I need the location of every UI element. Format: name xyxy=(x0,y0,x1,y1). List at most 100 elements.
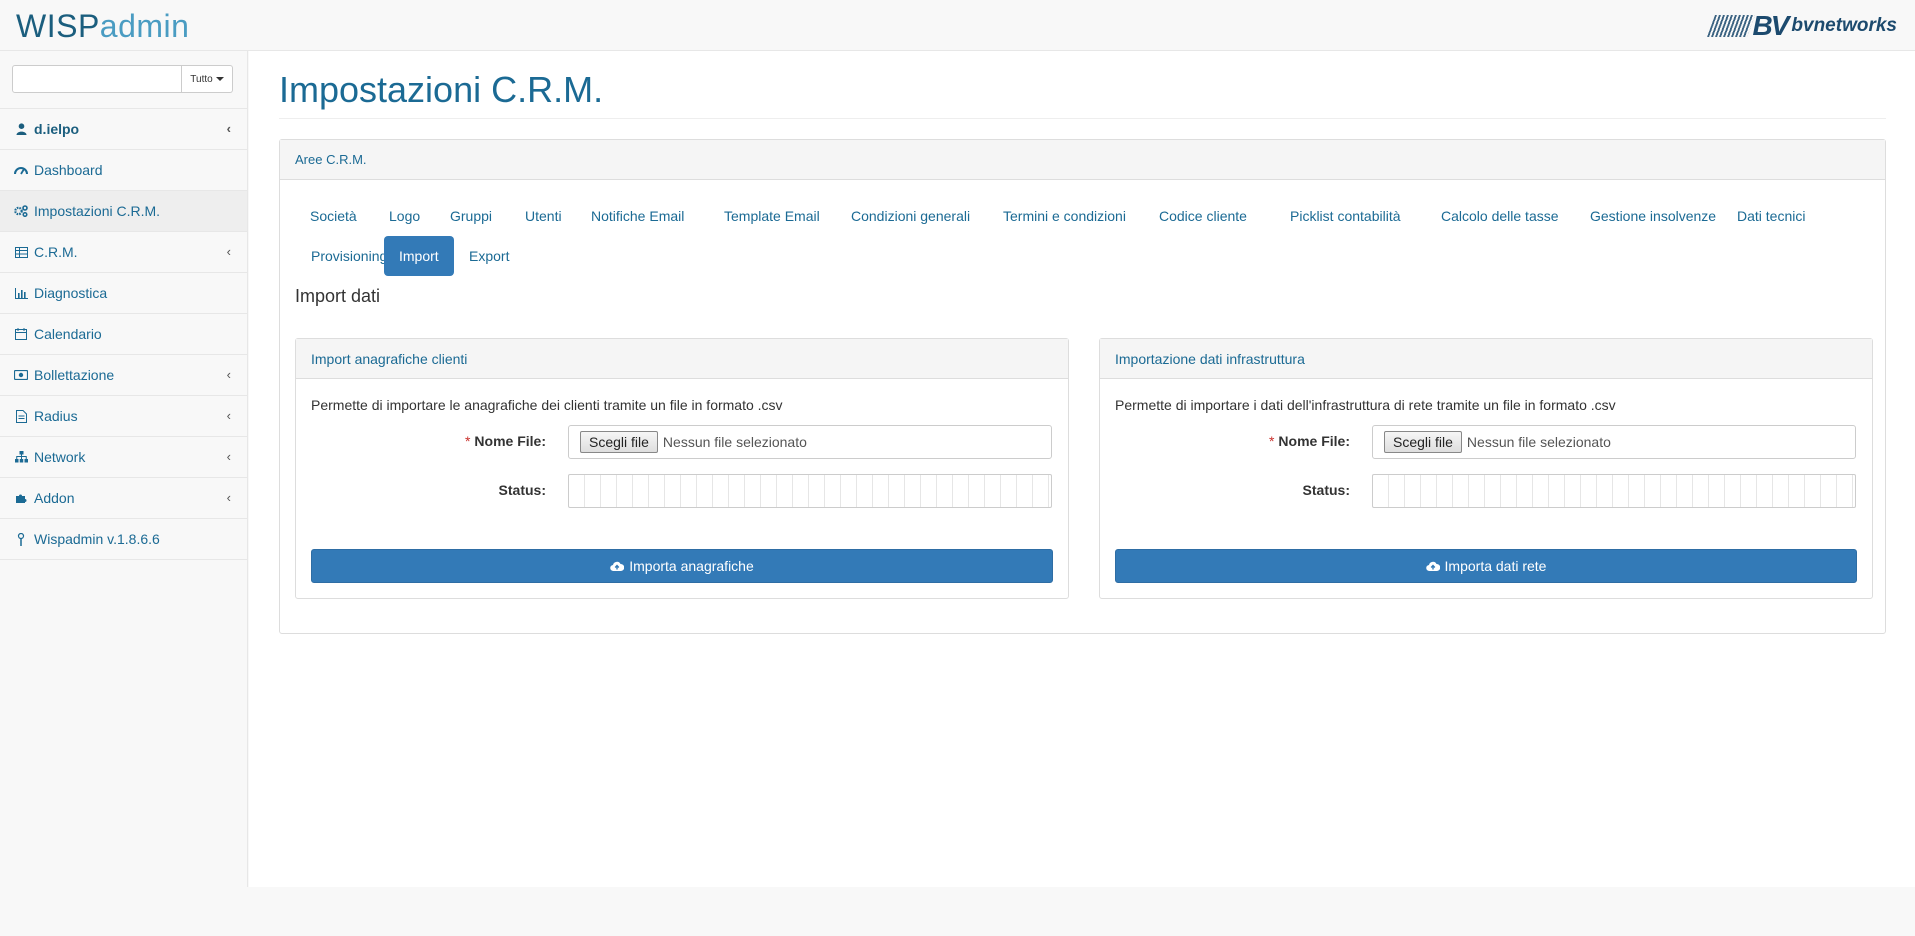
sidebar-item-diagnostica[interactable]: Diagnostica xyxy=(0,273,247,314)
tab-codice-cliente[interactable]: Codice cliente xyxy=(1144,196,1262,236)
cogs-icon xyxy=(14,204,28,218)
button-label: Importa anagrafiche xyxy=(629,558,754,574)
top-navbar: WISPadmin BV bvnetworks xyxy=(0,0,1915,51)
tab-gruppi[interactable]: Gruppi xyxy=(435,196,507,236)
tab-picklist-contabilita[interactable]: Picklist contabilità xyxy=(1275,196,1416,236)
brand-speed-lines xyxy=(1706,15,1755,37)
status-label: Status: xyxy=(498,482,546,498)
sidebar-item-label: Radius xyxy=(34,408,78,424)
sidebar-item-user[interactable]: d.ielpo ‹ xyxy=(0,109,247,150)
search-filter-dropdown[interactable]: Tutto xyxy=(182,65,233,93)
sidebar-item-impostazioni-crm[interactable]: Impostazioni C.R.M. xyxy=(0,191,247,232)
main-content: Impostazioni C.R.M. Aree C.R.M. Società … xyxy=(249,51,1915,887)
card-heading: Import anagrafiche clienti xyxy=(296,339,1068,379)
chevron-left-icon: ‹ xyxy=(226,490,231,505)
file-label-text: Nome File: xyxy=(1278,433,1350,449)
caret-down-icon xyxy=(215,77,224,81)
choose-file-button[interactable]: Scegli file xyxy=(580,431,658,453)
crm-areas-panel: Aree C.R.M. Società Logo Gruppi Utenti N… xyxy=(279,139,1886,634)
tab-condizioni-generali[interactable]: Condizioni generali xyxy=(836,196,985,236)
page-title: Impostazioni C.R.M. xyxy=(279,69,604,110)
import-clients-card: Import anagrafiche clienti Permette di i… xyxy=(295,338,1069,599)
sidebar-item-label: Addon xyxy=(34,490,75,506)
import-infrastructure-card: Importazione dati infrastruttura Permett… xyxy=(1099,338,1873,599)
file-label-text: Nome File: xyxy=(474,433,546,449)
panel-heading: Aree C.R.M. xyxy=(280,140,1885,180)
status-progress-bar xyxy=(568,474,1052,508)
dashboard-icon xyxy=(14,163,28,177)
sidebar-search: Tutto xyxy=(0,51,247,109)
status-progress-bar xyxy=(1372,474,1856,508)
sidebar-item-label: Network xyxy=(34,449,86,465)
required-marker: * xyxy=(1268,433,1275,449)
sidebar-user-label: d.ielpo xyxy=(34,121,80,137)
title-divider xyxy=(279,118,1886,119)
user-icon xyxy=(14,122,28,136)
chevron-left-icon: ‹ xyxy=(226,449,231,464)
logo-admin-text: admin xyxy=(99,8,190,44)
chevron-left-icon: ‹ xyxy=(226,121,231,136)
sitemap-icon xyxy=(14,450,28,464)
search-filter-label: Tutto xyxy=(190,73,213,85)
wispadmin-logo[interactable]: WISPadmin xyxy=(16,6,189,46)
tab-utenti[interactable]: Utenti xyxy=(510,196,577,236)
sidebar-item-dashboard[interactable]: Dashboard xyxy=(0,150,247,191)
tab-gestione-insolvenze[interactable]: Gestione insolvenze xyxy=(1575,196,1731,236)
tab-template-email[interactable]: Template Email xyxy=(709,196,835,236)
antenna-icon xyxy=(14,532,28,546)
sidebar-item-version[interactable]: Wispadmin v.1.8.6.6 xyxy=(0,519,247,560)
tab-termini-condizioni[interactable]: Termini e condizioni xyxy=(988,196,1141,236)
table-icon xyxy=(14,245,28,259)
button-label: Importa dati rete xyxy=(1444,558,1547,574)
sidebar-item-crm[interactable]: C.R.M. ‹ xyxy=(0,232,247,273)
sidebar-item-bollettazione[interactable]: Bollettazione ‹ xyxy=(0,355,247,396)
bar-chart-icon xyxy=(14,286,28,300)
tab-import[interactable]: Import xyxy=(384,236,454,276)
tab-logo[interactable]: Logo xyxy=(374,196,435,236)
tab-societa[interactable]: Società xyxy=(295,196,372,236)
import-network-button[interactable]: Importa dati rete xyxy=(1115,549,1857,583)
status-label: Status: xyxy=(1302,482,1350,498)
sidebar-item-network[interactable]: Network ‹ xyxy=(0,437,247,478)
card-description: Permette di importare le anagrafiche dei… xyxy=(311,397,783,413)
tab-export[interactable]: Export xyxy=(454,236,524,276)
file-input[interactable]: Scegli file Nessun file selezionato xyxy=(568,425,1052,459)
brand-mark: BV xyxy=(1752,10,1790,41)
chevron-left-icon: ‹ xyxy=(226,367,231,382)
import-clients-button[interactable]: Importa anagrafiche xyxy=(311,549,1053,583)
sidebar-item-label: Calendario xyxy=(34,326,102,342)
logo-wisp-text: WISP xyxy=(16,8,100,44)
cloud-upload-icon xyxy=(1425,561,1440,572)
sidebar-item-radius[interactable]: Radius ‹ xyxy=(0,396,247,437)
sidebar-item-addon[interactable]: Addon ‹ xyxy=(0,478,247,519)
brand-name: bvnetworks xyxy=(1791,15,1897,36)
cloud-upload-icon xyxy=(610,561,625,572)
file-name-label: * Nome File: xyxy=(296,433,546,449)
tab-calcolo-tasse[interactable]: Calcolo delle tasse xyxy=(1426,196,1574,236)
search-input[interactable] xyxy=(12,65,182,93)
sidebar-item-label: C.R.M. xyxy=(34,244,78,260)
file-status-text: Nessun file selezionato xyxy=(662,434,807,450)
card-heading: Importazione dati infrastruttura xyxy=(1100,339,1872,379)
money-icon xyxy=(14,368,28,382)
sidebar-item-calendario[interactable]: Calendario xyxy=(0,314,247,355)
puzzle-icon xyxy=(14,491,28,505)
sidebar-item-label: Wispadmin v.1.8.6.6 xyxy=(34,531,160,547)
card-description: Permette di importare i dati dell'infras… xyxy=(1115,397,1616,413)
section-title: Import dati xyxy=(295,286,381,306)
document-icon xyxy=(14,409,28,423)
choose-file-button[interactable]: Scegli file xyxy=(1384,431,1462,453)
chevron-left-icon: ‹ xyxy=(226,408,231,423)
sidebar-item-label: Diagnostica xyxy=(34,285,108,301)
file-input[interactable]: Scegli file Nessun file selezionato xyxy=(1372,425,1856,459)
tab-dati-tecnici[interactable]: Dati tecnici xyxy=(1722,196,1820,236)
required-marker: * xyxy=(464,433,471,449)
calendar-icon xyxy=(14,327,28,341)
bvnetworks-logo: BV bvnetworks xyxy=(1706,10,1897,42)
file-name-label: * Nome File: xyxy=(1100,433,1350,449)
sidebar-item-label: Impostazioni C.R.M. xyxy=(34,203,161,219)
tab-notifiche-email[interactable]: Notifiche Email xyxy=(576,196,699,236)
file-status-text: Nessun file selezionato xyxy=(1466,434,1611,450)
sidebar: Tutto d.ielpo ‹ Dashboard Impostazioni C… xyxy=(0,51,248,887)
chevron-left-icon: ‹ xyxy=(226,244,231,259)
